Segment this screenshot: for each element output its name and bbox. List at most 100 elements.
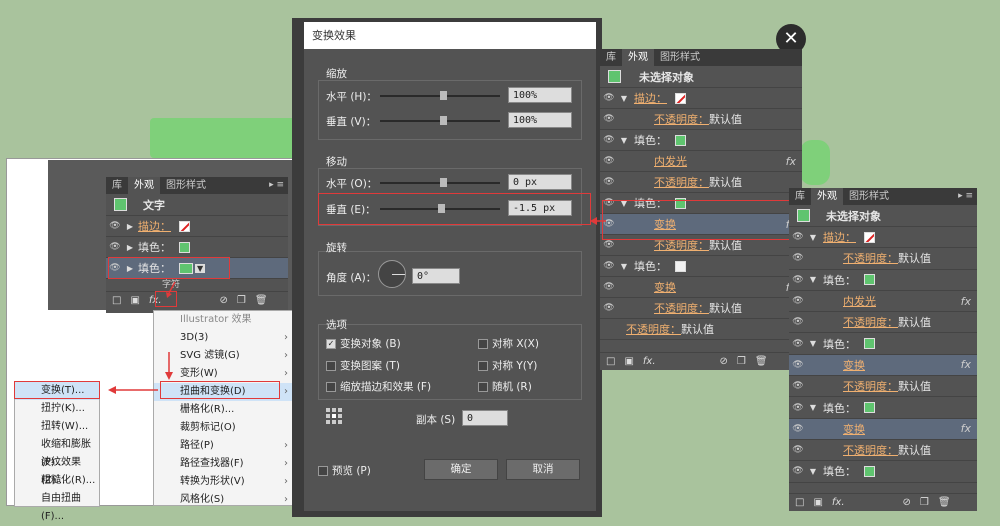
random-checkbox[interactable]: 随机 (R) xyxy=(478,379,532,394)
scale-horizontal-input[interactable]: 100% xyxy=(508,87,572,103)
slider-knob[interactable] xyxy=(440,91,447,100)
opacity-row[interactable]: 不透明度： 默认值 xyxy=(600,319,802,340)
submenu-item-free-distort[interactable]: 自由扭曲(F)... xyxy=(15,490,99,522)
expand-triangle-icon[interactable]: ▼ xyxy=(807,467,819,476)
checkbox[interactable] xyxy=(318,466,328,476)
opacity-link[interactable]: 不透明度： xyxy=(654,174,709,190)
eye-icon[interactable]: 👁 xyxy=(789,253,807,263)
eye-icon[interactable]: 👁 xyxy=(789,317,807,327)
property-row[interactable]: 👁 ▼ 填色： xyxy=(789,461,977,483)
expand-triangle-icon[interactable]: ▼ xyxy=(807,403,819,412)
eye-icon[interactable]: 👁 xyxy=(789,232,807,242)
checkbox[interactable] xyxy=(478,382,488,392)
expand-triangle-icon[interactable]: ▼ xyxy=(807,275,819,284)
stroke-label[interactable]: 描边： xyxy=(138,218,171,234)
eye-icon[interactable]: 👁 xyxy=(789,424,807,434)
copies-input[interactable]: 0 xyxy=(462,410,508,426)
opacity-row[interactable]: 👁 不透明度： 默认值 xyxy=(789,312,977,334)
expand-triangle-icon[interactable]: ▶ xyxy=(124,222,136,231)
tab-graphic-styles[interactable]: 图形样式 xyxy=(160,177,212,194)
fill-swatch[interactable] xyxy=(864,402,875,414)
submenu-item-zig-zag[interactable]: 波纹效果(Z)... xyxy=(15,454,99,486)
ok-button[interactable]: 确定 xyxy=(424,459,498,480)
fill-swatch[interactable] xyxy=(864,274,875,286)
cancel-button[interactable]: 取消 xyxy=(506,459,580,480)
move-horizontal-slider[interactable] xyxy=(380,178,500,187)
add-effect-button[interactable]: fx. xyxy=(832,497,845,508)
effect-row[interactable]: 👁变换fx xyxy=(600,277,802,298)
tab-appearance[interactable]: 外观 xyxy=(811,188,843,205)
effect-link[interactable]: 变换 xyxy=(654,279,676,295)
delete-icon[interactable]: 🗑 xyxy=(255,295,268,306)
transform-objects-checkbox[interactable]: ✓ 变换对象 (B) xyxy=(326,336,401,351)
eye-icon[interactable]: 👁 xyxy=(600,135,618,145)
expand-triangle-icon[interactable]: ▼ xyxy=(807,339,819,348)
tab-library[interactable]: 库 xyxy=(789,188,811,205)
menu-item-pathfinder[interactable]: 路径查找器(F) › xyxy=(154,455,292,473)
new-stroke-icon[interactable]: □ xyxy=(606,356,615,367)
fill-swatch[interactable] xyxy=(675,260,686,272)
clear-icon[interactable]: ⊘ xyxy=(220,295,228,306)
fill-swatch[interactable] xyxy=(864,465,875,477)
expand-triangle-icon[interactable]: ▼ xyxy=(618,94,630,103)
eye-icon[interactable]: 👁 xyxy=(600,282,618,292)
opacity-link[interactable]: 不透明度： xyxy=(626,321,681,337)
reference-point-icon[interactable] xyxy=(326,408,342,424)
stroke-row[interactable]: 👁 ▶ 描边： xyxy=(106,216,288,237)
tab-appearance[interactable]: 外观 xyxy=(128,177,160,194)
eye-icon[interactable]: 👁 xyxy=(600,240,618,250)
opacity-row[interactable]: 👁 不透明度： 默认值 xyxy=(600,109,802,130)
transform-patterns-checkbox[interactable]: 变换图案 (T) xyxy=(326,358,400,373)
checkbox-checked[interactable]: ✓ xyxy=(326,339,336,349)
eye-icon[interactable]: 👁 xyxy=(106,221,124,231)
scale-vertical-input[interactable]: 100% xyxy=(508,112,572,128)
expand-triangle-icon[interactable]: ▼ xyxy=(618,136,630,145)
opacity-link[interactable]: 不透明度： xyxy=(843,378,898,394)
expand-triangle-icon[interactable]: ▼ xyxy=(807,233,819,242)
tab-library[interactable]: 库 xyxy=(106,177,128,194)
fill-swatch[interactable] xyxy=(864,338,875,350)
clear-icon[interactable]: ⊘ xyxy=(720,356,728,367)
reflect-x-checkbox[interactable]: 对称 X(X) xyxy=(478,336,539,351)
property-row[interactable]: 👁 ▼ 描边： xyxy=(789,227,977,249)
submenu-item-pucker-bloat[interactable]: 收缩和膨胀(P)... xyxy=(15,436,99,468)
fill-swatch[interactable] xyxy=(675,134,686,146)
scale-horizontal-slider[interactable] xyxy=(380,91,500,100)
opacity-row[interactable]: 👁 不透明度： 默认值 xyxy=(789,248,977,270)
property-label[interactable]: 描边： xyxy=(634,90,667,106)
fill-swatch[interactable] xyxy=(179,241,190,253)
angle-dial[interactable] xyxy=(378,260,406,288)
property-row[interactable]: 👁 ▼ 填色： xyxy=(789,333,977,355)
eye-icon[interactable]: 👁 xyxy=(789,466,807,476)
opacity-link[interactable]: 不透明度： xyxy=(843,442,898,458)
fill-row[interactable]: 👁 ▶ 填色： xyxy=(106,237,288,258)
effect-row[interactable]: 👁变换fx xyxy=(789,354,977,377)
eye-icon[interactable]: 👁 xyxy=(789,275,807,285)
checkbox[interactable] xyxy=(478,361,488,371)
effect-row[interactable]: 👁 内发光 fx xyxy=(789,291,977,313)
delete-icon[interactable]: 🗑 xyxy=(755,356,768,367)
duplicate-icon[interactable]: ❐ xyxy=(237,295,246,306)
tab-appearance[interactable]: 外观 xyxy=(622,49,654,66)
eye-icon[interactable]: 👁 xyxy=(789,403,807,413)
effect-row[interactable]: 👁变换fx xyxy=(789,418,977,440)
property-label[interactable]: 描边： xyxy=(823,229,856,245)
eye-icon[interactable]: 👁 xyxy=(789,296,807,306)
eye-icon[interactable]: 👁 xyxy=(600,114,618,124)
checkbox[interactable] xyxy=(478,339,488,349)
property-row[interactable]: 👁 ▼ 填色： xyxy=(600,130,802,151)
angle-input[interactable]: 0° xyxy=(412,268,460,284)
reflect-y-checkbox[interactable]: 对称 Y(Y) xyxy=(478,358,537,373)
menu-item-3d[interactable]: 3D(3) › xyxy=(154,329,292,347)
effect-row[interactable]: 👁 内发光 fx xyxy=(600,151,802,172)
checkbox[interactable] xyxy=(326,361,336,371)
opacity-row[interactable]: 👁 不透明度： 默认值 xyxy=(789,376,977,398)
new-fill-icon[interactable]: ▣ xyxy=(130,295,139,306)
scale-vertical-slider[interactable] xyxy=(380,116,500,125)
eye-icon[interactable]: 👁 xyxy=(600,177,618,187)
scale-strokes-checkbox[interactable]: 缩放描边和效果 (F) xyxy=(326,379,431,394)
submenu-item-tweak[interactable]: 扭拧(K)... xyxy=(15,400,99,418)
property-row[interactable]: 👁 ▼ 填色： xyxy=(600,256,802,277)
eye-icon[interactable]: 👁 xyxy=(600,93,618,103)
opacity-row[interactable]: 👁 不透明度： 默认值 xyxy=(600,298,802,319)
